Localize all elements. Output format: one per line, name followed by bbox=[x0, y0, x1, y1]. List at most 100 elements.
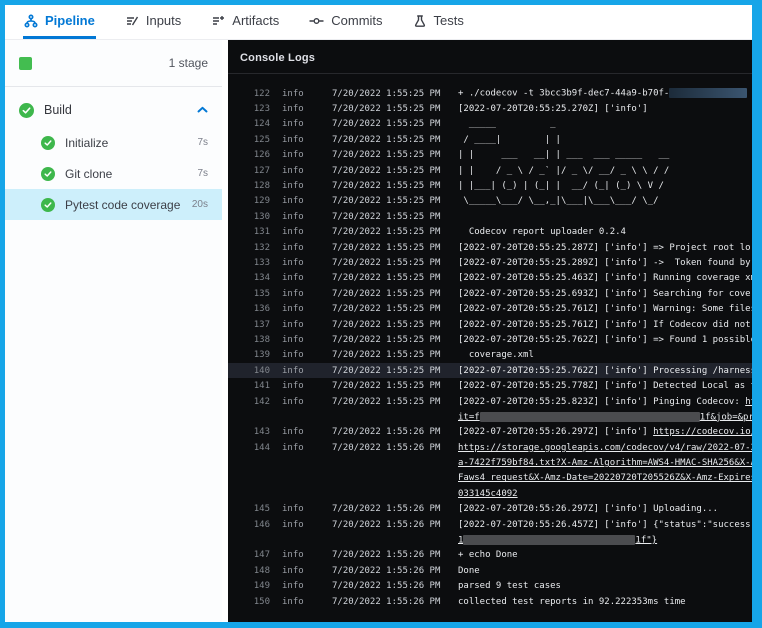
log-message: | |___| (_) | (_| | __/ (_| (_) \ V / bbox=[458, 181, 752, 191]
tab-pipeline[interactable]: Pipeline bbox=[23, 5, 96, 39]
log-link[interactable]: https://codecov.io/ bbox=[653, 427, 752, 437]
tab-commits[interactable]: Commits bbox=[308, 5, 383, 39]
log-text: [2022-07-20T20:55:26.457Z] ['info'] {"st… bbox=[458, 520, 752, 530]
log-line-number[interactable]: 130 bbox=[236, 212, 270, 222]
log-line-number[interactable]: 129 bbox=[236, 196, 270, 206]
log-link[interactable]: 033145c4092 bbox=[458, 489, 518, 499]
tab-inputs[interactable]: Inputs bbox=[124, 5, 182, 39]
log-line-number[interactable]: 146 bbox=[236, 520, 270, 530]
log-timestamp: 7/20/2022 1:55:26 PM bbox=[332, 427, 446, 437]
log-timestamp: 7/20/2022 1:55:25 PM bbox=[332, 289, 446, 299]
log-text: [2022-07-20T20:55:25.761Z] ['info'] If C… bbox=[458, 320, 752, 330]
log-level: info bbox=[282, 581, 320, 591]
log-timestamp: 7/20/2022 1:55:25 PM bbox=[332, 304, 446, 314]
tab-label: Pipeline bbox=[45, 13, 95, 28]
log-link[interactable]: 1f"} bbox=[635, 535, 657, 545]
log-text: | | ___ __| | ___ ___ _____ __ bbox=[458, 150, 669, 160]
log-line-number[interactable]: 133 bbox=[236, 258, 270, 268]
step-git-clone[interactable]: Git clone 7s bbox=[5, 158, 222, 189]
stage-status-square[interactable] bbox=[19, 57, 32, 70]
log-line-number[interactable]: 150 bbox=[236, 597, 270, 607]
log-message: 11f"} bbox=[458, 535, 752, 546]
log-message: parsed 9 test cases bbox=[458, 581, 752, 591]
log-link[interactable]: 1f&job=&pr=&se bbox=[700, 412, 752, 422]
log-link[interactable]: Faws4_request&X-Amz-Date=20220720T205526… bbox=[458, 473, 752, 483]
log-line-number[interactable]: 134 bbox=[236, 273, 270, 283]
log-timestamp: 7/20/2022 1:55:25 PM bbox=[332, 273, 446, 283]
log-text: coverage.xml bbox=[458, 350, 534, 360]
commits-icon bbox=[309, 14, 324, 28]
log-row: 134info7/20/2022 1:55:25 PM[2022-07-20T2… bbox=[228, 271, 752, 286]
log-line-number[interactable]: 122 bbox=[236, 89, 270, 99]
log-line-number[interactable]: 131 bbox=[236, 227, 270, 237]
log-line-number[interactable]: 123 bbox=[236, 104, 270, 114]
log-link[interactable]: ht bbox=[745, 397, 752, 407]
log-level: info bbox=[282, 320, 320, 330]
log-line-number[interactable]: 149 bbox=[236, 581, 270, 591]
log-text: Codecov report uploader 0.2.4 bbox=[458, 227, 626, 237]
redacted-secret bbox=[669, 88, 747, 98]
log-line-number[interactable]: 142 bbox=[236, 397, 270, 407]
tab-tests[interactable]: Tests bbox=[412, 5, 465, 39]
log-row: 147info7/20/2022 1:55:26 PM+ echo Done bbox=[228, 548, 752, 563]
log-row: 141info7/20/2022 1:55:25 PM[2022-07-20T2… bbox=[228, 378, 752, 393]
log-text: [2022-07-20T20:55:25.761Z] ['info'] Warn… bbox=[458, 304, 752, 314]
log-row: Faws4_request&X-Amz-Date=20220720T205526… bbox=[228, 471, 752, 486]
log-text: | | / _ \ / _` |/ _ \/ __/ _ \ \ / / bbox=[458, 166, 669, 176]
log-line-number[interactable]: 128 bbox=[236, 181, 270, 191]
log-line-number[interactable]: 144 bbox=[236, 443, 270, 453]
stage-count-label: 1 stage bbox=[169, 56, 208, 70]
log-link[interactable]: it=f bbox=[458, 412, 480, 422]
log-row: 148info7/20/2022 1:55:26 PMDone bbox=[228, 563, 752, 578]
log-rows[interactable]: 122info7/20/2022 1:55:25 PM+ ./codecov -… bbox=[228, 74, 752, 622]
log-text: [2022-07-20T20:55:25.823Z] ['info'] Ping… bbox=[458, 397, 745, 407]
log-line-number[interactable]: 126 bbox=[236, 150, 270, 160]
log-timestamp: 7/20/2022 1:55:26 PM bbox=[332, 581, 446, 591]
log-level: info bbox=[282, 381, 320, 391]
step-initialize[interactable]: Initialize 7s bbox=[5, 127, 222, 158]
log-line-number[interactable]: 124 bbox=[236, 119, 270, 129]
log-message: [2022-07-20T20:55:25.463Z] ['info'] Runn… bbox=[458, 273, 752, 283]
log-line-number[interactable]: 125 bbox=[236, 135, 270, 145]
log-line-number[interactable]: 127 bbox=[236, 166, 270, 176]
log-line-number[interactable]: 147 bbox=[236, 550, 270, 560]
log-level: info bbox=[282, 166, 320, 176]
log-link[interactable]: https://storage.googleapis.com/codecov/v… bbox=[458, 443, 752, 453]
stage-group-build[interactable]: Build bbox=[5, 93, 222, 127]
log-timestamp: 7/20/2022 1:55:26 PM bbox=[332, 550, 446, 560]
log-text: [2022-07-20T20:55:26.297Z] ['info'] bbox=[458, 427, 653, 437]
log-line-number[interactable]: 141 bbox=[236, 381, 270, 391]
log-line-number[interactable]: 136 bbox=[236, 304, 270, 314]
log-message: [2022-07-20T20:55:25.762Z] ['info'] => F… bbox=[458, 335, 752, 345]
log-message: a-7422f759bf84.txt?X-Amz-Algorithm=AWS4-… bbox=[458, 458, 752, 468]
step-pytest-code-coverage[interactable]: Pytest code coverage 20s bbox=[5, 189, 222, 220]
tab-artifacts[interactable]: Artifacts bbox=[210, 5, 280, 39]
log-text: [2022-07-20T20:55:26.297Z] ['info'] Uplo… bbox=[458, 504, 718, 514]
log-row: 127info7/20/2022 1:55:25 PM| | / _ \ / _… bbox=[228, 163, 752, 178]
log-line-number[interactable]: 138 bbox=[236, 335, 270, 345]
log-line-number[interactable]: 148 bbox=[236, 566, 270, 576]
log-timestamp: 7/20/2022 1:55:25 PM bbox=[332, 397, 446, 407]
step-label: Pytest code coverage bbox=[65, 198, 180, 212]
log-link[interactable]: a-7422f759bf84.txt?X-Amz-Algorithm=AWS4-… bbox=[458, 458, 752, 468]
log-message: [2022-07-20T20:55:25.287Z] ['info'] => P… bbox=[458, 243, 752, 253]
log-level: info bbox=[282, 150, 320, 160]
log-line-number[interactable]: 140 bbox=[236, 366, 270, 376]
log-line-number[interactable]: 143 bbox=[236, 427, 270, 437]
tab-label: Tests bbox=[434, 13, 464, 28]
chevron-up-icon[interactable] bbox=[197, 101, 208, 119]
log-line-number[interactable]: 132 bbox=[236, 243, 270, 253]
log-line-number[interactable]: 137 bbox=[236, 320, 270, 330]
log-level: info bbox=[282, 397, 320, 407]
log-line-number[interactable]: 135 bbox=[236, 289, 270, 299]
artifacts-icon bbox=[211, 14, 225, 28]
log-row: 150info7/20/2022 1:55:26 PMcollected tes… bbox=[228, 594, 752, 609]
log-line-number[interactable]: 139 bbox=[236, 350, 270, 360]
tab-label: Commits bbox=[331, 13, 382, 28]
pipeline-icon bbox=[24, 14, 38, 28]
log-message: | | ___ __| | ___ ___ _____ __ bbox=[458, 150, 752, 160]
log-timestamp: 7/20/2022 1:55:26 PM bbox=[332, 443, 446, 453]
log-line-number[interactable]: 145 bbox=[236, 504, 270, 514]
log-row: 140info7/20/2022 1:55:25 PM[2022-07-20T2… bbox=[228, 363, 752, 378]
log-row: 129info7/20/2022 1:55:25 PM \_____\___/ … bbox=[228, 194, 752, 209]
